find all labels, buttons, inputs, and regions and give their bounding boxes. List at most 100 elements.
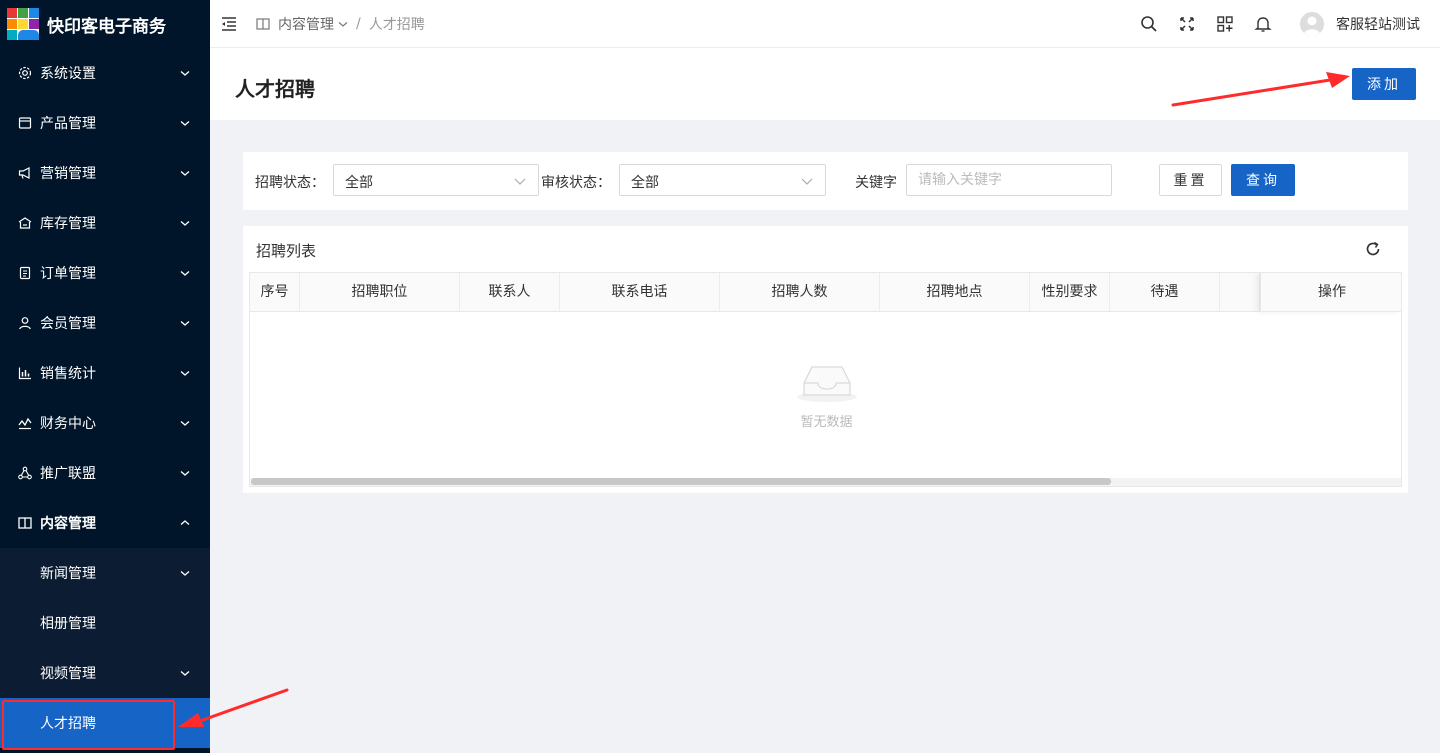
book-icon xyxy=(18,516,32,530)
column-header xyxy=(1220,273,1260,312)
sidebar-subitem-albums[interactable]: 相册管理 xyxy=(0,598,210,648)
sidebar-item-products[interactable]: 产品管理 xyxy=(0,98,210,148)
sidebar-item-label: 财务中心 xyxy=(40,416,96,432)
sidebar-item-label: 相册管理 xyxy=(40,616,96,632)
chevron-down-icon xyxy=(180,471,190,476)
page-title: 人才招聘 xyxy=(235,77,315,101)
chevron-down-icon xyxy=(180,671,190,676)
sidebar-item-label: 推广联盟 xyxy=(40,466,96,482)
sidebar-item-sales-stats[interactable]: 销售统计 xyxy=(0,348,210,398)
horizontal-scrollbar[interactable] xyxy=(250,478,1401,486)
sidebar-item-finance[interactable]: 财务中心 xyxy=(0,398,210,448)
username[interactable]: 客服轻站测试 xyxy=(1336,14,1420,34)
book-icon xyxy=(256,17,270,30)
sidebar: 快印客电子商务 系统设置 产品管理 营销管理 库存管理 订单管理 会员管理 销售… xyxy=(0,0,210,753)
refresh-icon[interactable] xyxy=(1364,240,1382,258)
sidebar-item-label: 订单管理 xyxy=(40,266,96,282)
breadcrumb-current: 人才招聘 xyxy=(368,16,425,33)
chevron-up-icon xyxy=(180,520,190,525)
sidebar-subitem-videos[interactable]: 视频管理 xyxy=(0,648,210,698)
network-icon xyxy=(18,466,32,480)
recruit-status-select[interactable]: 全部 xyxy=(333,164,539,196)
keyword-input[interactable] xyxy=(906,164,1112,196)
sidebar-item-system-settings[interactable]: 系统设置 xyxy=(0,48,210,98)
column-header[interactable]: 招聘人数 xyxy=(720,273,880,312)
order-icon xyxy=(18,266,32,280)
chevron-down-icon xyxy=(180,271,190,276)
chevron-down-icon xyxy=(801,178,813,185)
sidebar-item-label: 系统设置 xyxy=(40,66,96,82)
sidebar-item-members[interactable]: 会员管理 xyxy=(0,298,210,348)
sidebar-item-label: 销售统计 xyxy=(40,366,96,382)
search-icon[interactable] xyxy=(1140,15,1158,33)
column-header[interactable]: 联系人 xyxy=(460,273,560,312)
column-header[interactable]: 招聘地点 xyxy=(880,273,1030,312)
sidebar-item-inventory[interactable]: 库存管理 xyxy=(0,198,210,248)
table-title: 招聘列表 xyxy=(256,242,317,260)
top-header: 内容管理 / 人才招聘 客服轻站测试 xyxy=(210,0,1440,48)
breadcrumb-parent[interactable]: 内容管理 xyxy=(278,14,334,34)
audit-status-select[interactable]: 全部 xyxy=(619,164,826,196)
sidebar-menu: 系统设置 产品管理 营销管理 库存管理 订单管理 会员管理 销售统计 财务中心 … xyxy=(0,48,210,748)
chevron-down-icon xyxy=(180,221,190,226)
reset-button[interactable]: 重置 xyxy=(1159,164,1222,196)
audit-status-value: 全部 xyxy=(631,175,659,191)
sidebar-item-label: 会员管理 xyxy=(40,316,96,332)
recruit-status-label: 招聘状态： xyxy=(255,175,325,191)
breadcrumb-separator: / xyxy=(356,15,361,32)
sidebar-item-label: 人才招聘 xyxy=(40,716,96,732)
chevron-down-icon xyxy=(180,571,190,576)
chevron-down-icon xyxy=(180,421,190,426)
chevron-down-icon xyxy=(514,178,526,185)
chevron-down-icon xyxy=(180,371,190,376)
sidebar-item-label: 库存管理 xyxy=(40,216,96,232)
avatar[interactable] xyxy=(1300,12,1324,36)
bell-icon[interactable] xyxy=(1254,15,1272,33)
fullscreen-icon[interactable] xyxy=(1178,15,1196,33)
add-button[interactable]: 添加 xyxy=(1352,68,1416,100)
sidebar-item-orders[interactable]: 订单管理 xyxy=(0,248,210,298)
chevron-down-icon xyxy=(180,321,190,326)
sidebar-item-label: 产品管理 xyxy=(40,116,96,132)
table-header: 序号 招聘职位 联系人 联系电话 招聘人数 招聘地点 性别要求 待遇 操作 xyxy=(250,273,1401,312)
sidebar-item-content[interactable]: 内容管理 xyxy=(0,498,210,548)
recruitment-list-panel: 招聘列表 序号 招聘职位 联系人 联系电话 招聘人数 招聘地点 性别要求 待遇 … xyxy=(243,226,1408,493)
sidebar-subitem-recruitment[interactable]: 人才招聘 xyxy=(0,698,210,748)
warehouse-icon xyxy=(18,216,32,230)
sidebar-item-affiliate[interactable]: 推广联盟 xyxy=(0,448,210,498)
column-header[interactable]: 序号 xyxy=(250,273,300,312)
box-icon xyxy=(18,116,32,130)
filter-panel: 招聘状态： 全部 审核状态： 全部 关键字 重置 查询 xyxy=(243,152,1408,210)
page-header: 人才招聘 添加 xyxy=(210,48,1440,120)
app-title: 快印客电子商务 xyxy=(47,16,166,37)
chevron-down-icon xyxy=(180,71,190,76)
sidebar-submenu-content: 新闻管理 相册管理 视频管理 人才招聘 xyxy=(0,548,210,748)
chevron-down-icon xyxy=(180,171,190,176)
scrollbar-thumb[interactable] xyxy=(251,478,1111,485)
breadcrumb: 内容管理 / 人才招聘 xyxy=(256,14,425,34)
recruit-status-value: 全部 xyxy=(345,175,373,191)
user-avatar-icon xyxy=(1303,16,1321,36)
query-button[interactable]: 查询 xyxy=(1231,164,1295,196)
column-header[interactable]: 招聘职位 xyxy=(300,273,460,312)
column-header[interactable]: 待遇 xyxy=(1110,273,1220,312)
gear-icon xyxy=(18,66,32,80)
megaphone-icon xyxy=(18,166,32,180)
audit-status-label: 审核状态： xyxy=(541,175,611,191)
sidebar-subitem-news[interactable]: 新闻管理 xyxy=(0,548,210,598)
bar-chart-icon xyxy=(18,366,32,380)
column-header-actions: 操作 xyxy=(1260,273,1401,312)
app-grid-icon[interactable] xyxy=(1216,15,1234,33)
empty-state: 暂无数据 xyxy=(250,313,1401,478)
column-header[interactable]: 联系电话 xyxy=(560,273,720,312)
empty-text: 暂无数据 xyxy=(800,415,853,430)
header-actions: 客服轻站测试 xyxy=(1120,0,1420,48)
logo[interactable]: 快印客电子商务 xyxy=(0,0,210,48)
empty-inbox-icon xyxy=(797,366,857,402)
menu-collapse-icon[interactable] xyxy=(220,15,238,33)
user-icon xyxy=(18,316,32,330)
chevron-down-icon xyxy=(180,121,190,126)
sidebar-item-marketing[interactable]: 营销管理 xyxy=(0,148,210,198)
column-header[interactable]: 性别要求 xyxy=(1030,273,1110,312)
chevron-down-icon[interactable] xyxy=(338,19,348,29)
